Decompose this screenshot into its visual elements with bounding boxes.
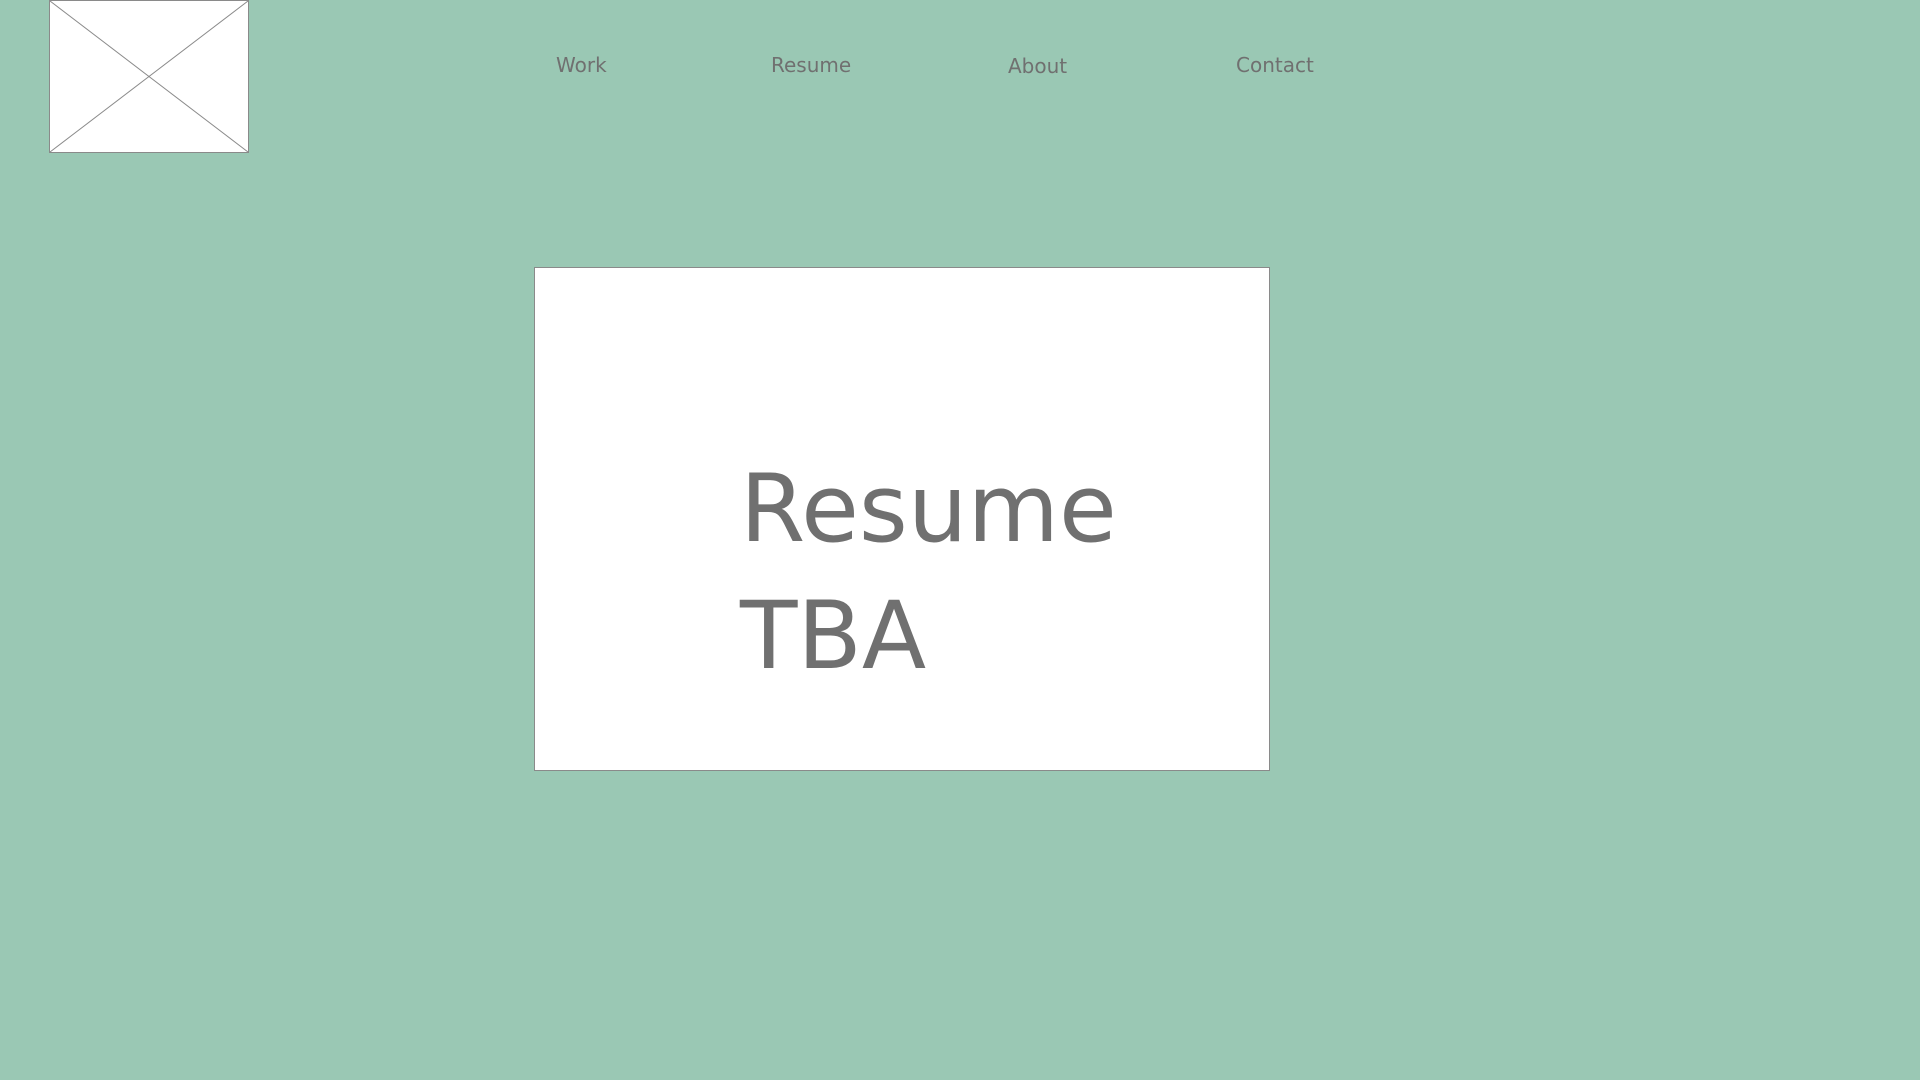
image-placeholder-icon bbox=[50, 1, 248, 152]
nav-link-about[interactable]: About bbox=[1008, 53, 1067, 79]
nav-link-contact[interactable]: Contact bbox=[1236, 52, 1314, 78]
page: Work Resume About Contact Resume TBA bbox=[0, 0, 1920, 1080]
nav-link-resume[interactable]: Resume bbox=[771, 52, 851, 78]
page-title: Resume TBA bbox=[740, 446, 1240, 700]
nav-link-work[interactable]: Work bbox=[556, 52, 607, 78]
title-line-2: TBA bbox=[740, 582, 927, 691]
title-line-1: Resume bbox=[740, 455, 1117, 564]
logo-placeholder[interactable] bbox=[49, 0, 249, 153]
content-card: Resume TBA bbox=[534, 267, 1270, 771]
